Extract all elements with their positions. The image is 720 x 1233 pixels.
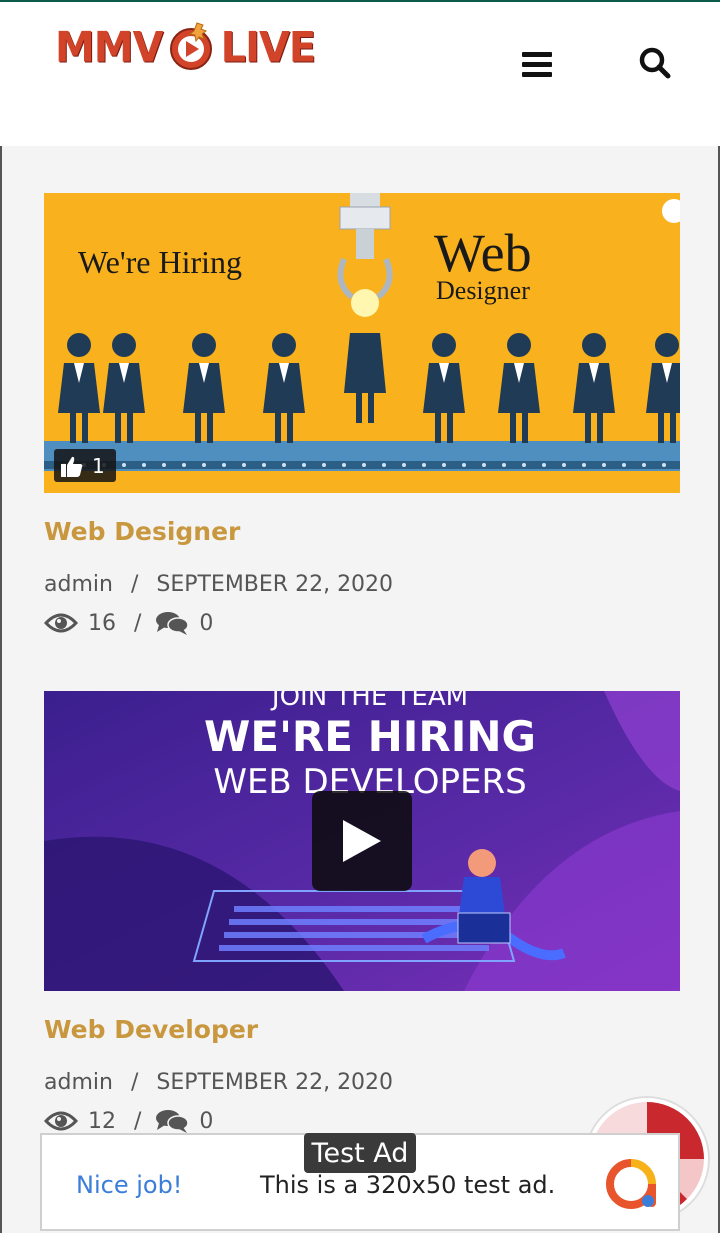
logo-play-icon [167, 22, 217, 73]
post-card: We're Hiring Web Designer 1 Web Designer… [44, 193, 680, 639]
ad-network-icon [606, 1159, 656, 1209]
post-author[interactable]: admin [44, 572, 113, 597]
post-list: We're Hiring Web Designer 1 Web Designer… [0, 146, 720, 1233]
comments-icon[interactable] [155, 610, 190, 636]
image-text-were-hiring: We're Hiring [78, 244, 242, 280]
like-badge[interactable]: 1 [54, 449, 116, 482]
post-title[interactable]: Web Developer [44, 1015, 680, 1045]
post-stats: 16 / 0 [44, 607, 680, 639]
post-meta: admin / SEPTEMBER 22, 2020 [44, 1067, 680, 1097]
site-logo[interactable]: MMV LIVE [55, 16, 317, 80]
image-text-web: Web [434, 223, 532, 283]
eye-icon [44, 611, 78, 635]
meta-separator: / [134, 1108, 142, 1134]
video-play-button[interactable] [312, 791, 412, 891]
eye-icon [44, 1109, 78, 1133]
hamburger-menu-icon[interactable] [522, 52, 552, 80]
comments-icon[interactable] [155, 1108, 190, 1134]
post-meta: admin / SEPTEMBER 22, 2020 [44, 569, 680, 599]
meta-separator: / [134, 610, 142, 636]
test-ad-label: Test Ad [304, 1133, 416, 1173]
ad-nice-text: Nice job! [76, 1171, 183, 1199]
post-thumbnail[interactable]: We're Hiring Web Designer 1 [44, 193, 680, 493]
site-header: MMV LIVE [0, 2, 720, 146]
post-card: JOIN THE TEAM WE'RE HIRING WEB DEVELOPER… [44, 691, 680, 1137]
meta-separator: / [130, 1069, 139, 1095]
search-icon[interactable] [638, 46, 672, 82]
logo-text-right: LIVE [220, 23, 317, 73]
thumbs-up-icon [60, 454, 84, 478]
comment-count: 0 [199, 610, 214, 636]
post-title[interactable]: Web Designer [44, 517, 680, 547]
image-text-join-team: JOIN THE TEAM [270, 691, 468, 712]
image-text-were-hiring: WE'RE HIRING [204, 712, 536, 761]
view-count: 12 [88, 1108, 116, 1134]
image-text-designer: Designer [436, 276, 530, 305]
post-thumbnail[interactable]: JOIN THE TEAM WE'RE HIRING WEB DEVELOPER… [44, 691, 680, 991]
ad-description: This is a 320x50 test ad. [260, 1171, 556, 1199]
post-date: SEPTEMBER 22, 2020 [156, 1069, 394, 1095]
play-icon [343, 820, 381, 862]
post-date: SEPTEMBER 22, 2020 [156, 571, 394, 597]
post-author[interactable]: admin [44, 1070, 113, 1095]
meta-separator: / [130, 571, 139, 597]
logo-text-left: MMV [55, 23, 164, 73]
comment-count: 0 [199, 1108, 214, 1134]
view-count: 16 [88, 610, 116, 636]
like-count: 1 [92, 453, 105, 478]
